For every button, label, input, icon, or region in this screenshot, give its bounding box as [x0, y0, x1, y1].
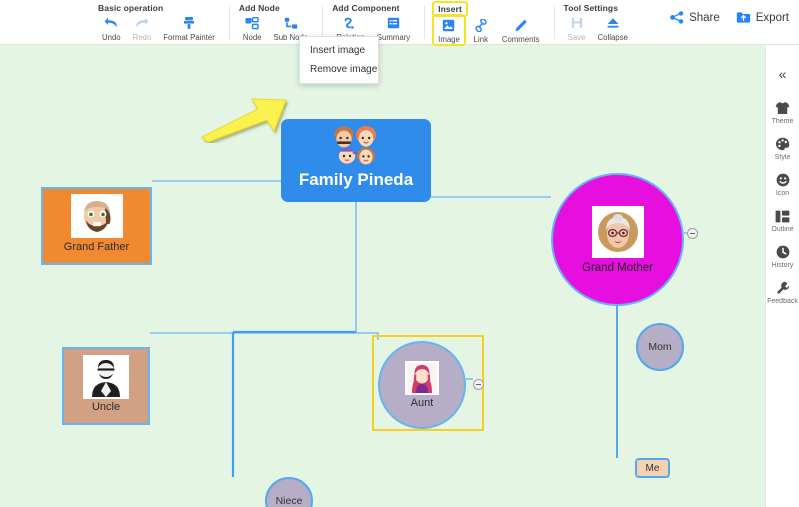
root-node-label: Family Pineda: [298, 170, 414, 189]
relation-icon: [341, 15, 359, 31]
sidebar-item-history[interactable]: History: [766, 244, 799, 269]
uncle-avatar-icon: [83, 355, 129, 399]
sidebar-item-theme[interactable]: Theme: [766, 100, 799, 125]
save-label: Save: [567, 33, 586, 42]
group-title-tool-settings: Tool Settings: [563, 3, 619, 13]
sidebar-collapse-button[interactable]: «: [766, 59, 799, 89]
collapse-icon: [604, 15, 622, 31]
mindmap-node-aunt[interactable]: Aunt: [378, 341, 466, 429]
grand-mother-avatar-icon: [591, 205, 644, 258]
group-title-basic-operation: Basic operation: [98, 3, 164, 13]
insert-link-label: Link: [473, 35, 488, 44]
sub-node-icon: [282, 15, 300, 31]
grand-mother-label: Grand Mother: [582, 261, 653, 274]
sidebar-item-icon[interactable]: Icon: [766, 172, 799, 197]
sidebar-item-outline[interactable]: Outline: [766, 208, 799, 233]
save-button[interactable]: Save: [562, 14, 592, 42]
export-label: Export: [755, 11, 789, 24]
sidebar-label-outline: Outline: [771, 226, 794, 233]
share-label: Share: [689, 11, 720, 24]
add-summary-label: Summary: [376, 33, 411, 42]
aunt-avatar-icon: [405, 361, 439, 395]
grand-mother-collapse-handle[interactable]: [687, 228, 698, 239]
palette-icon: [775, 136, 790, 152]
share-icon: [670, 11, 684, 24]
aunt-label: Aunt: [410, 397, 434, 409]
mindmap-node-mom[interactable]: Mom: [636, 323, 684, 371]
niece-label: Niece: [275, 495, 303, 507]
mindmap-node-uncle[interactable]: Uncle: [62, 347, 150, 425]
undo-arrow-icon: [102, 15, 120, 31]
right-sidebar: « Theme Style Icon Outline History Feedb…: [765, 45, 799, 507]
save-disk-icon: [568, 15, 586, 31]
export-button[interactable]: Export: [736, 11, 789, 24]
uncle-label: Uncle: [91, 401, 121, 413]
grand-father-label: Grand Father: [63, 241, 130, 253]
mindmap-canvas[interactable]: Family Pineda Grand Father Grand Mother …: [0, 45, 765, 507]
mindmap-application: Basic operation Undo Redo Format Painter…: [0, 0, 799, 507]
me-label: Me: [645, 462, 660, 474]
sidebar-label-theme: Theme: [771, 118, 794, 125]
comments-label: Comments: [501, 35, 540, 44]
menu-item-remove-image[interactable]: Remove image: [300, 60, 378, 79]
insert-image-icon: [440, 17, 458, 33]
insert-image-button[interactable]: Image: [432, 14, 466, 46]
collapse-label: Collapse: [597, 33, 628, 42]
undo-button[interactable]: Undo: [96, 14, 127, 42]
insert-title-highlight: Insert: [432, 1, 468, 17]
outline-layout-icon: [775, 208, 790, 224]
toolbar-group-basic-operation: Basic operation Undo Redo Format Painter: [88, 0, 229, 45]
sidebar-label-icon: Icon: [775, 190, 790, 197]
toolbar-right-actions: Share Export: [670, 11, 789, 24]
redo-label: Redo: [132, 33, 152, 42]
sidebar-label-history: History: [771, 262, 794, 269]
collapse-button[interactable]: Collapse: [592, 14, 634, 42]
menu-item-insert-image[interactable]: Insert image: [300, 41, 378, 60]
redo-button[interactable]: Redo: [127, 14, 158, 42]
format-painter-button[interactable]: Format Painter: [157, 14, 221, 42]
summary-icon: [384, 15, 402, 31]
wrench-icon: [776, 280, 790, 296]
mindmap-node-me[interactable]: Me: [635, 458, 670, 478]
add-node-button[interactable]: Node: [237, 14, 268, 42]
group-title-add-component: Add Component: [332, 3, 400, 13]
format-painter-label: Format Painter: [163, 33, 215, 42]
mindmap-node-root[interactable]: Family Pineda: [281, 119, 431, 202]
mom-label: Mom: [648, 341, 672, 353]
redo-arrow-icon: [133, 15, 151, 31]
clock-icon: [776, 244, 790, 260]
group-title-add-node: Add Node: [238, 3, 280, 13]
aunt-collapse-handle[interactable]: [473, 379, 484, 390]
sidebar-label-style: Style: [774, 154, 791, 161]
insert-image-dropdown-menu: Insert image Remove image: [299, 36, 379, 84]
add-node-label: Node: [242, 33, 262, 42]
sidebar-item-style[interactable]: Style: [766, 136, 799, 161]
grand-father-avatar-icon: [70, 194, 123, 238]
format-painter-icon: [180, 15, 198, 31]
export-icon: [736, 11, 751, 24]
mindmap-node-grand-mother[interactable]: Grand Mother: [551, 173, 684, 306]
tshirt-icon: [775, 100, 790, 116]
toolbar-group-insert: Insert Image Link Comments: [424, 0, 553, 46]
share-button[interactable]: Share: [670, 11, 720, 24]
top-toolbar: Basic operation Undo Redo Format Painter…: [0, 0, 799, 46]
mindmap-node-grand-father[interactable]: Grand Father: [41, 187, 152, 265]
sidebar-item-feedback[interactable]: Feedback: [766, 280, 799, 305]
family-avatar-icon: [325, 125, 387, 169]
insert-image-label: Image: [438, 35, 460, 44]
undo-label: Undo: [102, 33, 121, 42]
insert-link-button[interactable]: Link: [466, 16, 496, 44]
annotation-arrow-icon: [198, 97, 290, 148]
node-icon: [243, 15, 261, 31]
toolbar-group-tool-settings: Tool Settings Save Collapse: [553, 0, 642, 45]
group-title-insert: Insert: [432, 0, 545, 17]
comments-pencil-icon: [512, 17, 530, 33]
link-icon: [472, 17, 490, 33]
comments-button[interactable]: Comments: [496, 16, 546, 44]
sidebar-label-feedback: Feedback: [767, 298, 798, 305]
smiley-icon: [776, 172, 790, 188]
